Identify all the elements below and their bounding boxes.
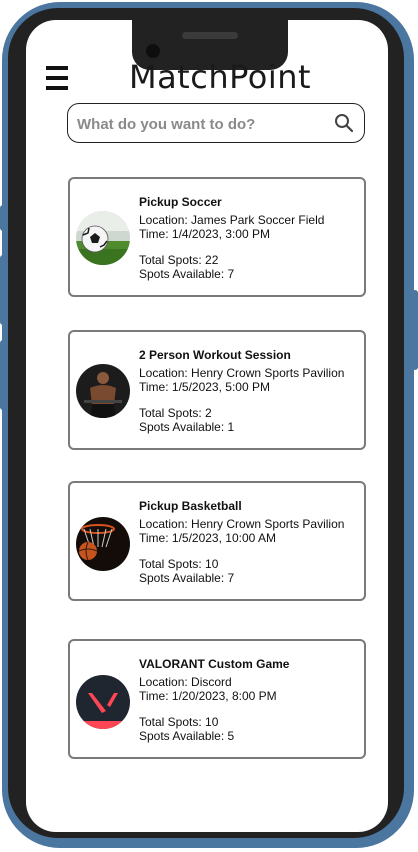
event-time: Time: 1/5/2023, 5:00 PM — [139, 380, 270, 394]
event-total-spots: Total Spots: 22 — [139, 253, 219, 267]
search-bar[interactable] — [67, 103, 365, 143]
event-name: 2 Person Workout Session — [139, 348, 291, 362]
basketball-hoop-image — [76, 517, 130, 571]
event-card-workout-session[interactable]: 2 Person Workout Session Location: Henry… — [68, 330, 366, 450]
event-location: Location: Henry Crown Sports Pavilion — [139, 366, 345, 380]
event-location: Location: Discord — [139, 675, 232, 689]
event-info: Pickup Soccer Location: James Park Socce… — [139, 195, 324, 281]
event-name: Pickup Soccer — [139, 195, 222, 209]
event-spots-available: Spots Available: 1 — [139, 420, 235, 434]
event-spots-available: Spots Available: 5 — [139, 729, 235, 743]
event-location: Location: Henry Crown Sports Pavilion — [139, 517, 345, 531]
event-time: Time: 1/5/2023, 10:00 AM — [139, 531, 276, 545]
event-card-pickup-soccer[interactable]: Pickup Soccer Location: James Park Socce… — [68, 177, 366, 297]
search-input[interactable] — [75, 112, 329, 136]
search-icon[interactable] — [334, 113, 354, 133]
event-location: Location: James Park Soccer Field — [139, 213, 325, 227]
event-total-spots: Total Spots: 10 — [139, 557, 219, 571]
event-spots-available: Spots Available: 7 — [139, 267, 235, 281]
speaker — [182, 32, 238, 39]
front-camera — [146, 44, 160, 58]
workout-athlete-image — [76, 364, 130, 418]
event-info: Pickup Basketball Location: Henry Crown … — [139, 499, 344, 585]
event-time: Time: 1/20/2023, 8:00 PM — [139, 689, 277, 703]
event-name: VALORANT Custom Game — [139, 657, 290, 671]
event-total-spots: Total Spots: 10 — [139, 715, 219, 729]
valorant-logo-image — [76, 675, 130, 729]
event-name: Pickup Basketball — [139, 499, 242, 513]
soccer-ball-image — [76, 211, 130, 265]
event-time: Time: 1/4/2023, 3:00 PM — [139, 227, 270, 241]
event-spots-available: Spots Available: 7 — [139, 571, 235, 585]
app-title: MatchPoint — [128, 58, 312, 96]
event-info: 2 Person Workout Session Location: Henry… — [139, 348, 344, 434]
event-total-spots: Total Spots: 2 — [139, 406, 212, 420]
event-card-pickup-basketball[interactable]: Pickup Basketball Location: Henry Crown … — [68, 481, 366, 601]
menu-icon[interactable] — [46, 66, 68, 90]
event-card-valorant-custom-game[interactable]: VALORANT Custom Game Location: Discord T… — [68, 639, 366, 759]
event-info: VALORANT Custom Game Location: Discord T… — [139, 657, 289, 743]
